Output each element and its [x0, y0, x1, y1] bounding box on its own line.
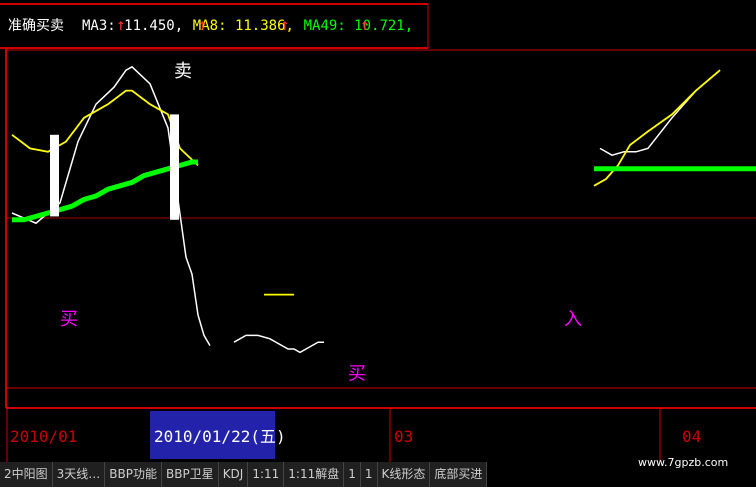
chart-frame	[0, 3, 756, 462]
arrow-marker: ↑	[280, 15, 290, 34]
legend: 准确买卖 MA3: 11.450, MA8: 11.386, MA49: 10.721…	[8, 18, 413, 34]
annotation-buy-1: 买	[60, 309, 78, 330]
arrow-marker: ↑	[198, 15, 208, 34]
indicator-tab-7[interactable]: 1	[344, 462, 361, 487]
indicator-tab-1[interactable]: 3天线…	[52, 462, 106, 487]
x-tick-label-1: 2010/01/22(五)	[154, 427, 286, 446]
x-tick-label-2: 03	[394, 427, 413, 446]
indicator-tab-8[interactable]: 1	[360, 462, 378, 487]
indicator-tab-5[interactable]: 1:11	[248, 462, 285, 487]
series-ma3-segment-1	[233, 334, 324, 354]
annotation-buy-2: 买	[348, 364, 366, 385]
indicator-tab-6[interactable]: 1:11解盘	[284, 462, 345, 487]
legend-entry-1: MA8: 11.386,	[193, 18, 294, 34]
series-ma3-segment-0	[11, 65, 211, 346]
indicator-tab-9[interactable]: K线形态	[377, 462, 431, 487]
series-ma3-segment-2	[599, 69, 721, 157]
indicator-title: 准确买卖	[8, 18, 64, 34]
indicator-tab-0[interactable]: 2中阳图	[0, 462, 53, 487]
chart-area: 准确买卖 MA3: 11.450, MA8: 11.386, MA49: 10.721…	[0, 3, 756, 462]
watermark: www.7gpzb.com	[638, 456, 729, 469]
arrow-marker: ↑	[360, 15, 370, 34]
x-tick-label-0: 2010/01	[10, 427, 77, 446]
arrow-marker: ↑	[116, 15, 126, 34]
annotation-buy-3: 入	[564, 309, 582, 330]
annotation-sell-0: 卖	[174, 61, 192, 82]
legend-entry-2: MA49: 10.721,	[304, 18, 414, 34]
plot-area: 卖买买入	[11, 61, 756, 385]
x-axis: 2010/01 2010/01/22(五) 03 04	[10, 411, 701, 459]
signal-bar-0	[50, 134, 59, 217]
indicator-tab-4[interactable]: KDJ	[218, 462, 249, 487]
indicator-tab-10[interactable]: 底部买进	[430, 462, 488, 487]
signal-bar-1	[170, 114, 179, 220]
legend-entry-0: MA3: 11.450,	[82, 18, 183, 34]
indicator-tab-bar: 2中阳图 3天线… BBP功能 BBP卫星 KDJ 1:11 1:11解盘 1 1 K线形态 底部买…	[0, 462, 640, 487]
x-tick-label-3: 04	[682, 427, 701, 446]
indicator-tab-3[interactable]: BBP卫星	[161, 462, 219, 487]
indicator-tab-2[interactable]: BBP功能	[105, 462, 162, 487]
